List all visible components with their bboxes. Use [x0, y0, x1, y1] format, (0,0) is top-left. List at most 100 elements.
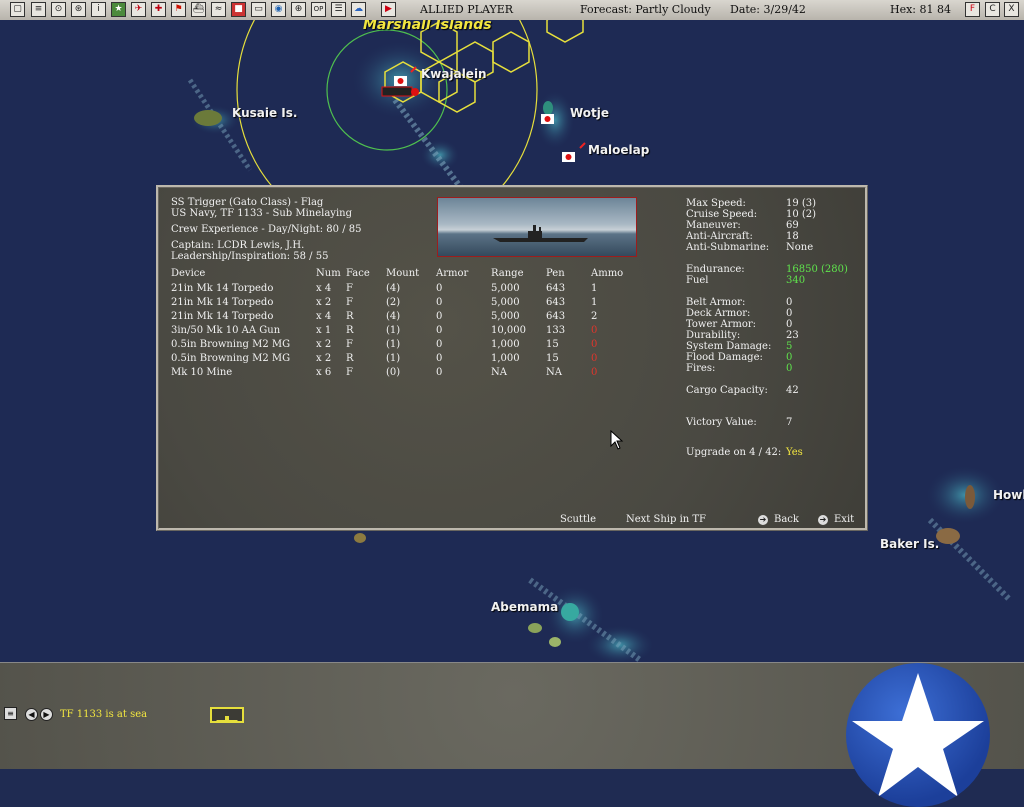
island-abemama [561, 603, 579, 621]
list-icon[interactable]: ☰ [331, 2, 346, 17]
stat-label: Max Speed: [686, 198, 746, 209]
cell-mount: (4) [386, 311, 401, 322]
ground-icon[interactable]: ★ [111, 2, 126, 17]
resource-icon[interactable]: ■ [231, 2, 246, 17]
tf-ship-icon[interactable] [210, 707, 244, 723]
cell-pen: 643 [546, 297, 566, 308]
stat-fuel: 340 [786, 275, 806, 286]
cell-mount: (1) [386, 325, 401, 336]
exit-label: Exit [834, 514, 855, 525]
cell-mount: (0) [386, 367, 401, 378]
cell-range: 5,000 [491, 297, 520, 308]
map-label-kwajalein[interactable]: Kwajalein [421, 67, 487, 81]
flag-label: F [969, 4, 976, 14]
col-header-ammo: Ammo [591, 268, 624, 279]
base-icon[interactable]: ⊛ [71, 2, 86, 17]
report-icon[interactable]: ≡ [31, 2, 46, 17]
map-label-kusaie[interactable]: Kusaie Is. [232, 106, 297, 120]
next-ship-button[interactable]: Next Ship in TF [626, 514, 706, 525]
tf-icon[interactable]: ⊙ [51, 2, 66, 17]
op-icon[interactable]: OP [311, 2, 326, 17]
stat-label: Maneuver: [686, 220, 741, 231]
unit-marker [411, 88, 419, 96]
exit-button[interactable]: ➔ Exit [818, 514, 854, 525]
map-icon[interactable]: ▢ [10, 2, 25, 17]
stat-label: Endurance: [686, 264, 745, 275]
stat-fires: 0 [786, 363, 793, 374]
col-header-num: Num [316, 268, 341, 279]
cell-ammo: 0 [591, 367, 598, 378]
stat-label: Tower Armor: [686, 319, 757, 330]
cell-face: R [346, 325, 354, 336]
air2-icon[interactable]: ✚ [151, 2, 166, 17]
cell-range: 10,000 [491, 325, 526, 336]
cell-armor: 0 [436, 367, 443, 378]
cell-mount: (2) [386, 297, 401, 308]
stat-upgrade[interactable]: Yes [786, 447, 803, 458]
map-label-wotje[interactable]: Wotje [570, 106, 609, 120]
stat-label: Victory Value: [686, 417, 757, 428]
back-button[interactable]: ➔ Back [758, 514, 799, 525]
japan-base-wotje [544, 116, 551, 122]
star-icon [852, 673, 984, 797]
close-icon[interactable]: X [1004, 2, 1019, 17]
cell-mount: (1) [386, 339, 401, 350]
ship-info-panel: SS Trigger (Gato Class) - Flag US Navy, … [156, 185, 868, 531]
captain-name[interactable]: Captain: LCDR Lewis, J.H. [171, 240, 304, 251]
cell-pen: NA [546, 367, 562, 378]
cell-ammo: 1 [591, 283, 598, 294]
globe-icon[interactable]: ◉ [271, 2, 286, 17]
zoom-icon[interactable]: ⊕ [291, 2, 306, 17]
cell-num: x 4 [316, 311, 332, 322]
air-icon[interactable]: ✈ [131, 2, 146, 17]
scuttle-button[interactable]: Scuttle [560, 514, 596, 525]
ship-icon[interactable]: ⛴ [191, 2, 206, 17]
col-header-armor: Armor [436, 268, 469, 279]
intel-icon[interactable]: i [91, 2, 106, 17]
cell-pen: 15 [546, 339, 559, 350]
tf-list-icon[interactable]: ≡ [4, 707, 17, 720]
stat-system-damage: 5 [786, 341, 793, 352]
cell-device: 3in/50 Mk 10 AA Gun [171, 325, 281, 336]
red-flag-icon[interactable]: F [965, 2, 980, 17]
flag-icon[interactable]: ⚑ [171, 2, 186, 17]
stat-cruise-speed: 10 (2) [786, 209, 817, 220]
island-wotje [543, 101, 553, 115]
weather-icon[interactable]: ☁ [351, 2, 366, 17]
ship-title: SS Trigger (Gato Class) - Flag [171, 197, 324, 208]
save-icon[interactable]: ▭ [251, 2, 266, 17]
cell-device: 21in Mk 14 Torpedo [171, 297, 274, 308]
cell-range: 5,000 [491, 311, 520, 322]
cell-face: F [346, 297, 353, 308]
top-toolbar: ▢ ≡ ⊙ ⊛ i ★ ✈ ✚ ⚑ ⛴ ≈ ■ ▭ ◉ ⊕ OP ☰ ☁ ▶ A… [0, 0, 1024, 21]
cell-ammo: 0 [591, 325, 598, 336]
map-label-howland[interactable]: Howl [993, 488, 1024, 502]
cell-range: 1,000 [491, 353, 520, 364]
col-header-pen: Pen [546, 268, 565, 279]
stat-max-speed: 19 (3) [786, 198, 817, 209]
hex-label: Hex: 81 84 [890, 3, 951, 16]
cell-armor: 0 [436, 297, 443, 308]
col-header-device: Device [171, 268, 206, 279]
c-icon[interactable]: C [985, 2, 1000, 17]
cell-device: 21in Mk 14 Torpedo [171, 311, 274, 322]
prev-arrow-icon[interactable]: ◀ [25, 708, 38, 721]
cell-mount: (4) [386, 283, 401, 294]
map-label-baker[interactable]: Baker Is. [880, 537, 939, 551]
play-icon[interactable]: ▶ [381, 2, 396, 17]
stat-label: Deck Armor: [686, 308, 751, 319]
cell-armor: 0 [436, 311, 443, 322]
map-label-abemama[interactable]: Abemama [491, 600, 558, 614]
cell-armor: 0 [436, 339, 443, 350]
cell-device: 21in Mk 14 Torpedo [171, 283, 274, 294]
stat-label: Fuel [686, 275, 709, 286]
sub-icon[interactable]: ≈ [211, 2, 226, 17]
cell-armor: 0 [436, 283, 443, 294]
cell-pen: 643 [546, 283, 566, 294]
map-label-maloelap[interactable]: Maloelap [588, 143, 649, 157]
next-arrow-icon[interactable]: ▶ [40, 708, 53, 721]
cell-ammo: 0 [591, 339, 598, 350]
island [549, 637, 561, 647]
cell-num: x 1 [316, 325, 332, 336]
status-text: TF 1133 is at sea [60, 709, 148, 720]
